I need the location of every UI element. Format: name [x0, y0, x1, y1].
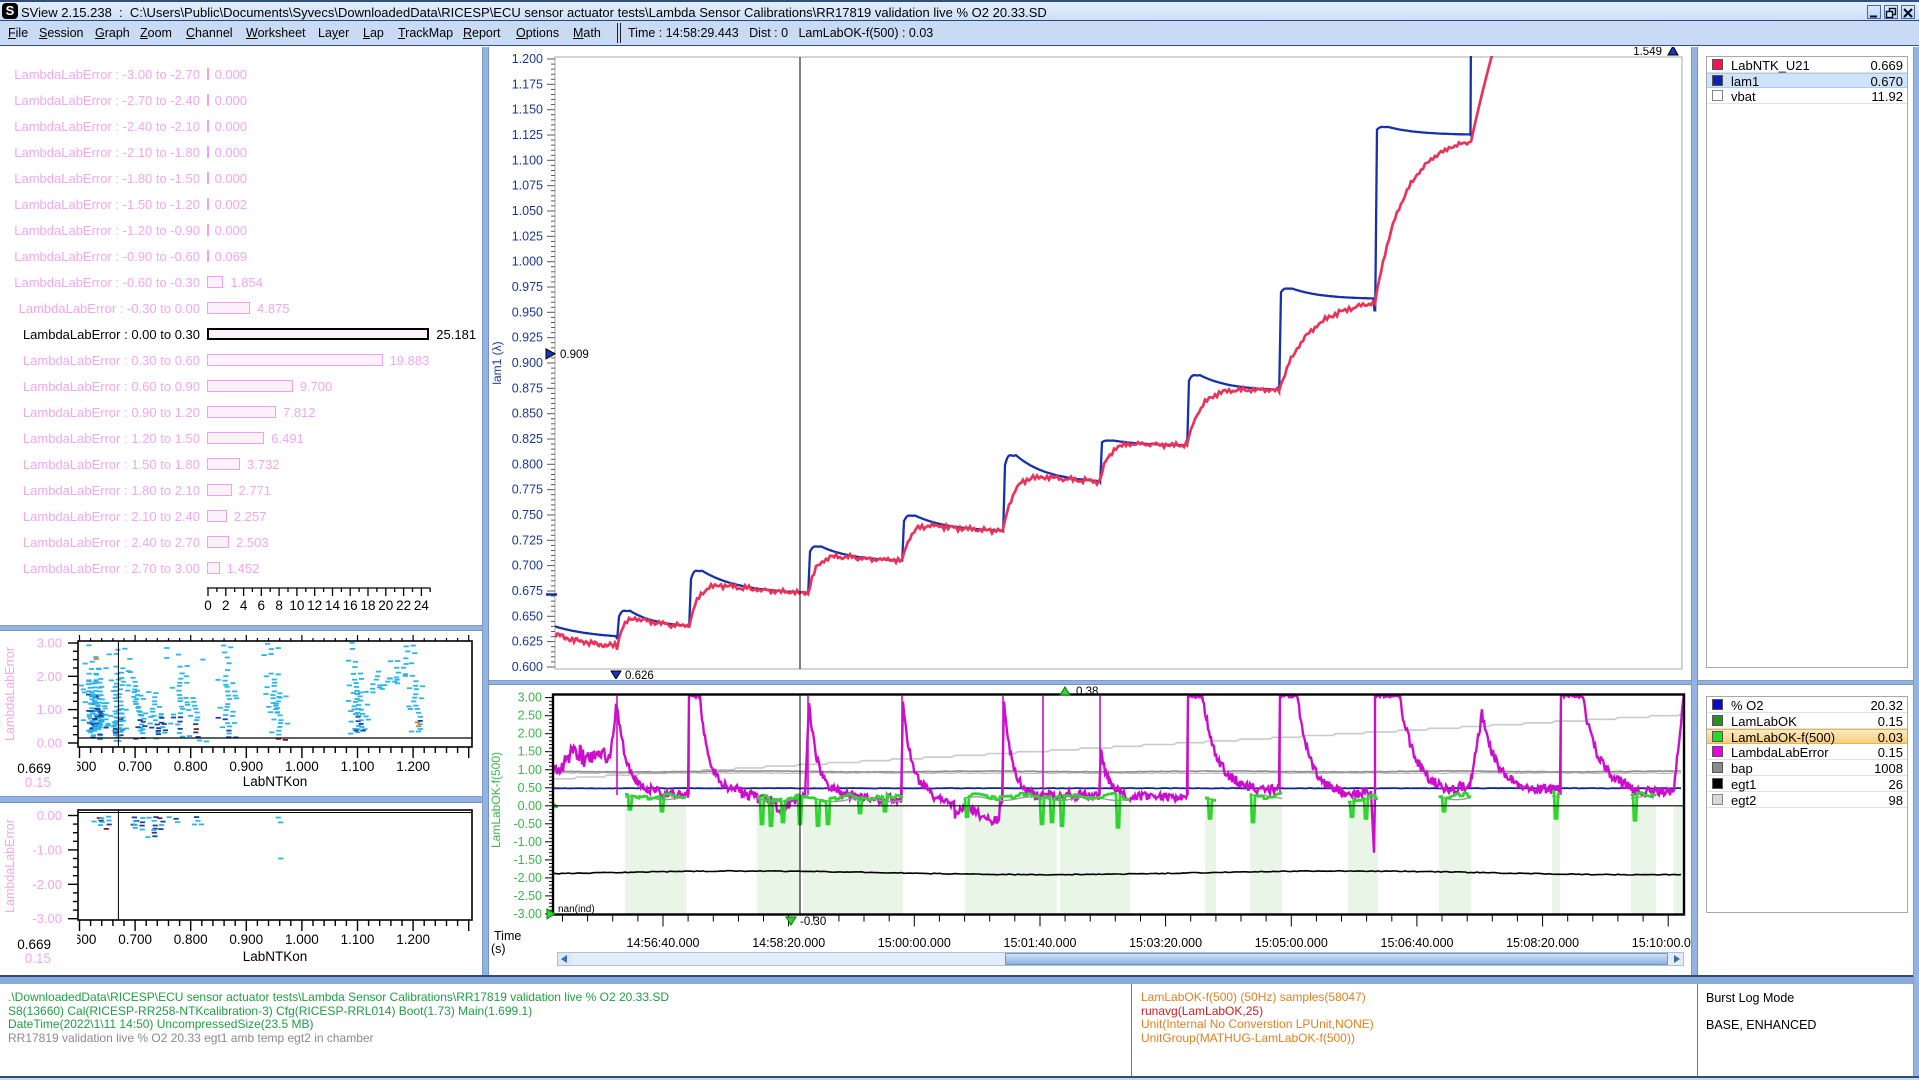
svg-text:15:10:00.000: 15:10:00.000 — [1632, 936, 1691, 950]
svg-text:0.700: 0.700 — [118, 932, 152, 947]
svg-text:1.100: 1.100 — [341, 759, 375, 774]
svg-text:1.200: 1.200 — [396, 759, 430, 774]
svg-text:-0.50: -0.50 — [514, 817, 543, 831]
svg-text:1.025: 1.025 — [512, 229, 543, 243]
svg-text:lam1 (λ): lam1 (λ) — [490, 341, 504, 384]
svg-text:15:06:40.000: 15:06:40.000 — [1381, 936, 1454, 950]
svg-text:1.00: 1.00 — [37, 702, 62, 717]
svg-text:16: 16 — [343, 598, 358, 613]
svg-text:0.600: 0.600 — [63, 759, 97, 774]
svg-text:LabNTKon: LabNTKon — [243, 949, 308, 964]
svg-text:2.00: 2.00 — [37, 669, 62, 684]
svg-text:1.000: 1.000 — [285, 759, 319, 774]
svg-text:1.100: 1.100 — [512, 153, 543, 167]
svg-text:1.125: 1.125 — [512, 128, 543, 142]
svg-text:0.669: 0.669 — [17, 761, 51, 776]
svg-text:0.825: 0.825 — [512, 432, 543, 446]
svg-text:0.800: 0.800 — [512, 457, 543, 471]
svg-text:14: 14 — [325, 598, 341, 613]
svg-text:LamLabOK-f(500): LamLabOK-f(500) — [489, 752, 503, 848]
svg-text:0.00: 0.00 — [37, 808, 62, 823]
svg-text:1.200: 1.200 — [512, 52, 543, 66]
svg-text:0.875: 0.875 — [512, 381, 543, 395]
svg-text:0.650: 0.650 — [512, 609, 543, 623]
svg-text:-0.30: -0.30 — [800, 916, 826, 928]
svg-text:-1.50: -1.50 — [514, 853, 543, 867]
svg-text:0.38: 0.38 — [1076, 686, 1098, 698]
svg-text:22: 22 — [396, 598, 411, 613]
svg-text:-2.00: -2.00 — [32, 877, 62, 892]
svg-text:0.775: 0.775 — [512, 483, 543, 497]
svg-text:1.150: 1.150 — [512, 103, 543, 117]
svg-text:1.050: 1.050 — [512, 204, 543, 218]
svg-text:-3.00: -3.00 — [32, 911, 62, 926]
svg-text:2.00: 2.00 — [518, 727, 542, 741]
svg-text:1.00: 1.00 — [518, 763, 542, 777]
svg-text:-2.50: -2.50 — [514, 889, 543, 903]
svg-text:1.549: 1.549 — [1633, 47, 1662, 58]
svg-text:0.900: 0.900 — [229, 932, 263, 947]
svg-text:0.15: 0.15 — [25, 775, 51, 790]
svg-text:1.175: 1.175 — [512, 77, 543, 91]
svg-text:1.50: 1.50 — [518, 745, 542, 759]
svg-text:1.200: 1.200 — [396, 932, 430, 947]
svg-text:0.900: 0.900 — [512, 356, 543, 370]
svg-text:8: 8 — [275, 598, 283, 613]
svg-text:0.600: 0.600 — [512, 660, 543, 674]
svg-text:0.669: 0.669 — [17, 937, 51, 952]
svg-text:0.850: 0.850 — [512, 407, 543, 421]
svg-text:0.975: 0.975 — [512, 280, 543, 294]
svg-text:12: 12 — [307, 598, 322, 613]
svg-text:-1.00: -1.00 — [514, 835, 543, 849]
svg-text:2.50: 2.50 — [518, 709, 542, 723]
svg-text:0.00: 0.00 — [518, 799, 542, 813]
svg-text:LambdaLabError: LambdaLabError — [3, 819, 17, 913]
svg-text:15:00:00.000: 15:00:00.000 — [878, 936, 951, 950]
svg-text:20: 20 — [378, 598, 393, 613]
svg-text:6: 6 — [258, 598, 266, 613]
svg-text:0.625: 0.625 — [512, 635, 543, 649]
svg-text:0.700: 0.700 — [512, 559, 543, 573]
svg-text:0.15: 0.15 — [25, 951, 51, 966]
svg-text:24: 24 — [414, 598, 430, 613]
svg-text:0.600: 0.600 — [63, 932, 97, 947]
svg-text:0.950: 0.950 — [512, 305, 543, 319]
svg-text:0: 0 — [204, 598, 212, 613]
svg-text:0.725: 0.725 — [512, 533, 543, 547]
svg-text:15:08:20.000: 15:08:20.000 — [1506, 936, 1579, 950]
svg-text:18: 18 — [360, 598, 375, 613]
svg-text:0.626: 0.626 — [625, 670, 654, 679]
svg-text:2: 2 — [222, 598, 230, 613]
svg-text:1.100: 1.100 — [341, 932, 375, 947]
svg-text:0.800: 0.800 — [174, 759, 208, 774]
svg-text:15:05:00.000: 15:05:00.000 — [1255, 936, 1328, 950]
svg-text:0.50: 0.50 — [518, 781, 542, 795]
svg-text:14:58:20.000: 14:58:20.000 — [752, 936, 825, 950]
svg-text:0.750: 0.750 — [512, 508, 543, 522]
svg-text:nan(ind): nan(ind) — [558, 904, 595, 915]
svg-text:0.800: 0.800 — [174, 932, 208, 947]
svg-text:10: 10 — [289, 598, 304, 613]
svg-text:0.925: 0.925 — [512, 331, 543, 345]
svg-text:1.075: 1.075 — [512, 179, 543, 193]
svg-text:LabNTKon: LabNTKon — [243, 774, 308, 789]
svg-text:15:01:40.000: 15:01:40.000 — [1004, 936, 1077, 950]
svg-text:3.00: 3.00 — [37, 636, 62, 651]
svg-text:0.00: 0.00 — [37, 736, 62, 751]
svg-text:0.675: 0.675 — [512, 584, 543, 598]
svg-text:14:56:40.000: 14:56:40.000 — [627, 936, 700, 950]
svg-text:LambdaLabError: LambdaLabError — [3, 647, 17, 741]
svg-text:-2.00: -2.00 — [514, 871, 543, 885]
svg-text:3.00: 3.00 — [518, 691, 542, 705]
svg-text:0.909: 0.909 — [560, 349, 589, 361]
svg-text:1.000: 1.000 — [512, 255, 543, 269]
svg-text:4: 4 — [240, 598, 248, 613]
svg-text:0.900: 0.900 — [229, 759, 263, 774]
svg-text:15:03:20.000: 15:03:20.000 — [1129, 936, 1202, 950]
svg-text:-1.00: -1.00 — [32, 842, 62, 857]
svg-text:-3.00: -3.00 — [514, 907, 543, 921]
svg-text:0.700: 0.700 — [118, 759, 152, 774]
svg-text:1.000: 1.000 — [285, 932, 319, 947]
